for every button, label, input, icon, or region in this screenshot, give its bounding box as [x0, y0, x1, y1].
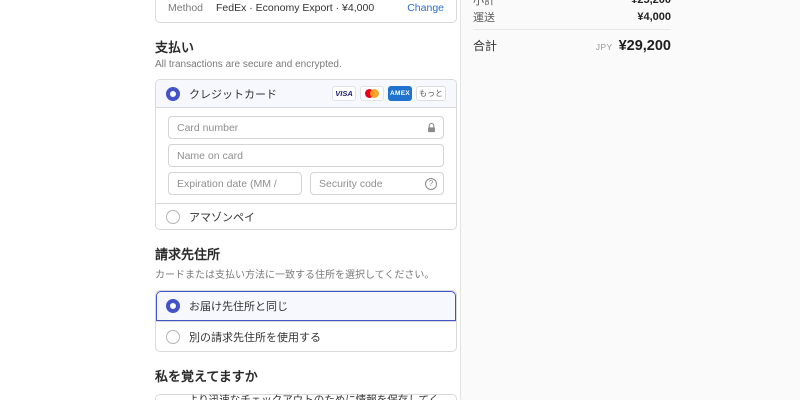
security-code-input[interactable]	[310, 172, 444, 195]
total-value: ¥29,200	[618, 38, 671, 54]
checkout-page: Method FedEx · Economy Export · ¥4,000 C…	[0, 0, 800, 400]
billing-address-widget: お届け先住所と同じ 別の請求先住所を使用する	[155, 290, 457, 352]
total-row: 合計 JPY ¥29,200	[473, 29, 671, 54]
billing-same-address-radio[interactable]	[166, 299, 180, 313]
order-summary-totals: 小計 ¥25,200 運送 ¥4,000 合計 JPY ¥29,200	[473, 0, 671, 54]
name-on-card-input[interactable]	[168, 144, 444, 167]
billing-different-address-radio[interactable]	[166, 329, 180, 344]
amazon-pay-radio[interactable]	[166, 209, 180, 224]
amazon-pay-label: アマゾンペイ	[189, 211, 255, 224]
remember-me-widget: より迅速なチェックアウトのために情報を保存してください	[155, 394, 457, 400]
secure-note: All transactions are secure and encrypte…	[155, 59, 342, 70]
credit-card-radio[interactable]	[166, 86, 180, 101]
amazon-pay-option[interactable]: アマゾンペイ	[156, 203, 456, 229]
method-label: Method	[168, 2, 204, 14]
order-summary-panel: 小計 ¥25,200 運送 ¥4,000 合計 JPY ¥29,200	[460, 0, 800, 400]
shipping-cost-value: ¥4,000	[637, 10, 671, 23]
card-brand-icons: VISA AMEX もっと	[332, 86, 446, 101]
billing-heading: 請求先住所	[155, 247, 221, 262]
billing-different-address-option[interactable]: 別の請求先住所を使用する	[156, 321, 456, 351]
subtotal-label: 小計	[473, 0, 495, 7]
method-value: FedEx · Economy Export · ¥4,000	[216, 2, 375, 14]
change-method-link[interactable]: Change	[407, 2, 444, 14]
billing-same-address-option[interactable]: お届け先住所と同じ	[156, 291, 456, 321]
credit-card-option[interactable]: クレジットカード VISA AMEX もっと	[156, 80, 456, 108]
expiration-date-input[interactable]	[168, 172, 302, 195]
payment-method-widget: クレジットカード VISA AMEX もっと Card number Name …	[155, 79, 457, 230]
amex-icon: AMEX	[388, 86, 412, 101]
shipping-cost-label: 運送	[473, 11, 495, 24]
save-info-option[interactable]: より迅速なチェックアウトのために情報を保存してください	[156, 394, 456, 400]
save-info-label: より迅速なチェックアウトのために情報を保存してください	[188, 394, 440, 400]
lock-icon	[426, 122, 437, 133]
payment-heading: 支払い	[155, 40, 195, 55]
remember-me-heading: 私を覚えてますか	[155, 369, 258, 384]
more-cards-badge[interactable]: もっと	[416, 86, 446, 101]
billing-subtext: カードまたは支払い方法に一致する住所を選択してください。	[155, 270, 435, 281]
billing-different-address-label: 別の請求先住所を使用する	[189, 331, 321, 344]
shipping-cost-row: 運送 ¥4,000	[473, 8, 671, 25]
subtotal-value: ¥25,200	[631, 0, 671, 6]
checkout-main: Method FedEx · Economy Export · ¥4,000 C…	[155, 0, 457, 400]
credit-card-label: クレジットカード	[189, 88, 277, 101]
shipping-method-row: Method FedEx · Economy Export · ¥4,000 C…	[156, 0, 456, 22]
order-review-box: Method FedEx · Economy Export · ¥4,000 C…	[155, 0, 457, 23]
total-label: 合計	[473, 39, 498, 53]
mastercard-icon	[360, 86, 384, 101]
currency-code: JPY	[595, 42, 613, 52]
billing-same-address-label: お届け先住所と同じ	[189, 301, 288, 313]
subtotal-row: 小計 ¥25,200	[473, 0, 671, 8]
card-number-input[interactable]	[168, 116, 444, 139]
security-info-icon: ?	[425, 177, 437, 190]
visa-icon: VISA	[332, 86, 356, 101]
credit-card-fields: ?	[156, 108, 456, 203]
